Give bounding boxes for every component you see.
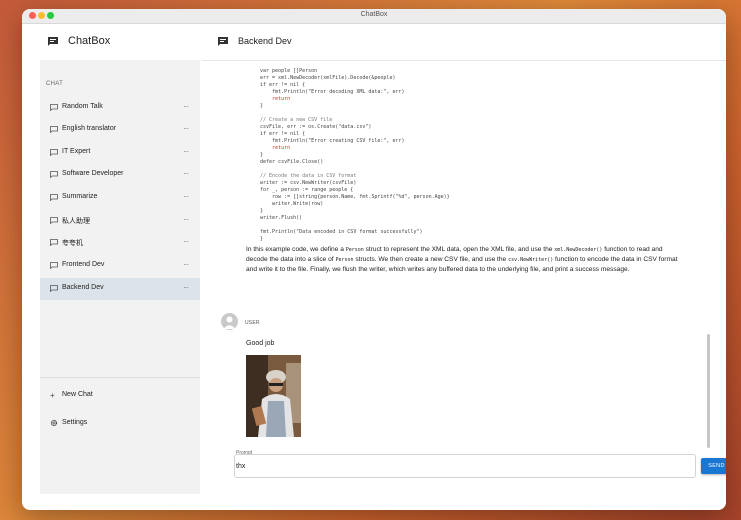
prompt-value: thx (236, 463, 246, 470)
code-block: var people []Person err = xml.NewDecoder(… (260, 68, 450, 243)
code-line: if err != nil { (260, 131, 306, 137)
assistant-explanation: In this example code, we define a Person… (246, 245, 678, 275)
conversation-item[interactable]: Summarize ··· (40, 187, 200, 209)
send-button[interactable]: SEND (701, 458, 726, 474)
app-window: ChatBox ChatBox CHAT Random Talk ··· Eng… (22, 9, 726, 510)
more-dots-icon[interactable]: ··· (183, 283, 189, 292)
inline-code: Person (335, 257, 354, 263)
more-dots-icon[interactable]: ··· (183, 147, 189, 156)
code-line: fmt.Println("Error creating CSV file:", … (260, 138, 405, 144)
inline-code: Person (345, 247, 364, 253)
sidebar: ChatBox CHAT Random Talk ··· English tra… (40, 24, 200, 494)
chat-title: Backend Dev (238, 36, 292, 46)
chat-bubble-icon (218, 37, 228, 46)
chat-header: Backend Dev (202, 24, 726, 61)
more-dots-icon[interactable]: ··· (183, 237, 189, 246)
plus-icon: + (50, 391, 55, 400)
conversation-item[interactable]: Random Talk ··· (40, 97, 200, 119)
code-line: if err != nil { (260, 82, 306, 88)
code-line: // Create a new CSV file (260, 117, 333, 123)
code-line: writer.Flush() (260, 215, 303, 221)
conversation-label: Frontend Dev (62, 261, 105, 268)
new-chat-button[interactable]: + New Chat (40, 386, 200, 406)
code-line: } (260, 152, 264, 158)
conversation-item[interactable]: 夸夸机 ··· (40, 232, 200, 254)
chat-section-label: CHAT (46, 81, 64, 87)
inline-code: csv.NewWriter() (508, 257, 554, 263)
conversation-item[interactable]: Software Developer ··· (40, 164, 200, 186)
conversation-label: 私人助理 (62, 218, 90, 225)
chat-bubble-icon (50, 126, 58, 133)
brand-header: ChatBox (40, 24, 200, 60)
code-line: } (260, 236, 264, 242)
code-line: var people []Person (260, 68, 318, 74)
code-line: defer csvFile.Close() (260, 159, 324, 165)
code-line: fmt.Println("Data encoded in CSV format … (260, 229, 423, 235)
more-dots-icon[interactable]: ··· (183, 102, 189, 111)
inline-code: xml.NewDecoder() (554, 247, 603, 253)
message-role: USER (245, 320, 260, 326)
prompt-input[interactable]: thx (234, 454, 696, 478)
more-dots-icon[interactable]: ··· (183, 192, 189, 201)
text-segment: In this example code, we define a (246, 246, 346, 253)
code-line: fmt.Println("Error decoding XML data:", … (260, 89, 405, 95)
code-line: csvFile, err := os.Create("data.csv") (260, 124, 372, 130)
code-line: row := []string{person.Name, fmt.Sprintf… (260, 194, 450, 200)
conversation-item[interactable]: English translator ··· (40, 119, 200, 141)
conversation-item[interactable]: Frontend Dev ··· (40, 255, 200, 277)
conversation-item[interactable]: IT Expert ··· (40, 142, 200, 164)
attached-photo (246, 355, 301, 437)
user-avatar-icon (221, 313, 238, 330)
conversation-label: Software Developer (62, 170, 124, 177)
chat-bubble-icon (50, 285, 58, 292)
conversation-item[interactable]: 私人助理 ··· (40, 210, 200, 232)
new-chat-label: New Chat (62, 391, 93, 398)
code-line: err = xml.NewDecoder(xmlFile).Decode(&pe… (260, 75, 396, 81)
chat-bubble-icon (50, 194, 58, 201)
code-line: writer.Write(row) (260, 201, 324, 207)
sidebar-divider (40, 377, 200, 378)
conversation-label: English translator (62, 125, 117, 132)
conversation-label: IT Expert (62, 148, 91, 155)
code-line: } (260, 208, 264, 214)
chat-bubble-icon (50, 149, 58, 156)
gear-icon (50, 419, 58, 427)
conversation-label: Backend Dev (62, 284, 104, 291)
more-dots-icon[interactable]: ··· (183, 215, 189, 224)
text-segment: struct to represent the XML data, open t… (363, 246, 555, 253)
conversation-label: Summarize (62, 193, 98, 200)
window-title: ChatBox (360, 11, 388, 18)
settings-button[interactable]: Settings (40, 414, 200, 434)
text-segment: structs. We then create a new CSV file, … (353, 256, 509, 263)
chat-bubble-icon (50, 171, 58, 178)
code-line: return (260, 96, 291, 102)
chat-bubble-icon (48, 37, 58, 46)
more-dots-icon[interactable]: ··· (183, 260, 189, 269)
chat-bubble-icon (50, 262, 58, 269)
user-message-text: Good job (246, 340, 275, 347)
more-dots-icon[interactable]: ··· (183, 124, 189, 133)
code-line: writer := csv.NewWriter(csvFile) (260, 180, 357, 186)
code-line: return (260, 145, 291, 151)
title-bar: ChatBox (22, 9, 726, 24)
chat-bubble-icon (50, 217, 58, 224)
chat-bubble-icon (50, 104, 58, 111)
code-line: // Encode the data in CSV format (260, 173, 357, 179)
chat-bubble-icon (50, 239, 58, 246)
settings-label: Settings (62, 419, 88, 426)
more-dots-icon[interactable]: ··· (183, 169, 189, 178)
chat-main: Backend Dev var people []Person err = xml… (202, 24, 726, 510)
code-line: for _, person := range people { (260, 187, 354, 193)
conversation-item-active[interactable]: Backend Dev ··· (40, 278, 200, 300)
app-name: ChatBox (68, 35, 111, 47)
code-line: } (260, 103, 264, 109)
conversation-label: 夸夸机 (62, 240, 83, 247)
scrollbar-thumb[interactable] (707, 334, 710, 448)
conversation-label: Random Talk (62, 103, 103, 110)
